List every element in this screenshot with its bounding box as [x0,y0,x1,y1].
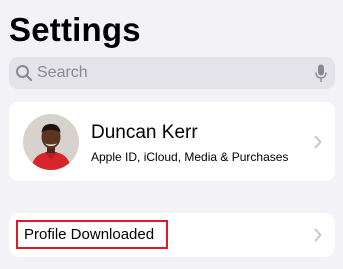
account-name: Duncan Kerr [91,122,198,143]
search-placeholder: Search [37,64,88,81]
profile-downloaded-label: Profile Downloaded [24,226,155,243]
microphone-icon[interactable] [315,64,327,83]
avatar [23,114,79,170]
profile-downloaded-row[interactable]: Profile Downloaded [9,213,335,257]
account-subtitle: Apple ID, iCloud, Media & Purchases [91,150,289,164]
chevron-right-icon [314,228,322,242]
chevron-right-icon [314,135,322,149]
search-icon [16,65,33,82]
apple-id-account-row[interactable]: Duncan Kerr Apple ID, iCloud, Media & Pu… [9,102,335,181]
page-title: Settings [9,11,141,48]
search-input[interactable]: Search [9,57,335,89]
